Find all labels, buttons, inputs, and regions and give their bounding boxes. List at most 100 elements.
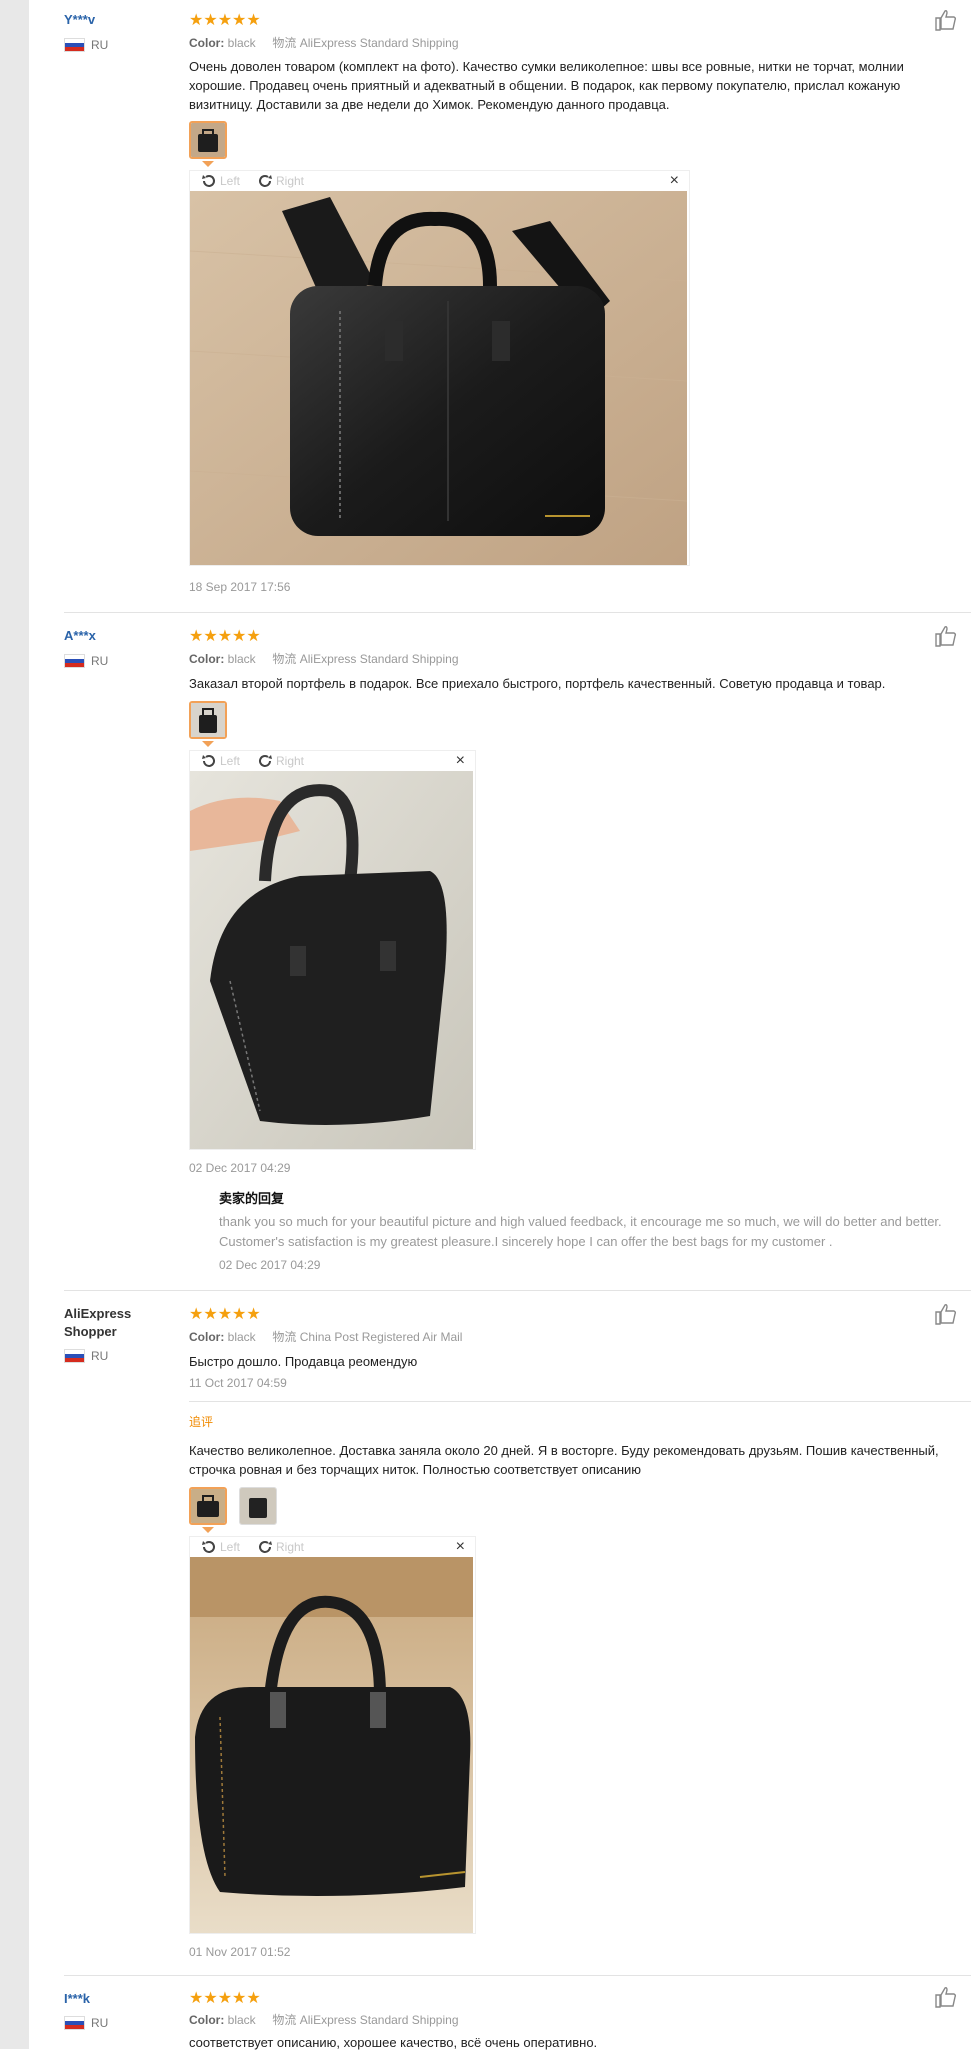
thumbs-up-icon — [935, 10, 957, 31]
thumbs-up-icon — [935, 1304, 957, 1325]
order-info: Color: black 物流 AliExpress Standard Ship… — [189, 2011, 459, 2028]
star-rating: ★★★★★ — [189, 12, 261, 29]
rotate-right-button[interactable]: Right — [256, 1538, 304, 1556]
seller-reply-date: 02 Dec 2017 04:29 — [219, 1258, 321, 1272]
russia-flag-icon — [64, 1349, 85, 1363]
color-label: Color: — [189, 36, 225, 50]
shipping-label: 物流 — [272, 652, 297, 666]
seller-reply-text: thank you so much for your beautiful pic… — [219, 1214, 942, 1249]
thumbs-up-icon — [935, 1987, 957, 2008]
rotate-right-label: Right — [276, 754, 305, 768]
country-code: RU — [91, 38, 109, 52]
shipping-label: 物流 — [272, 36, 297, 50]
reviewer-name[interactable]: I***k — [64, 1991, 90, 2006]
shipping-method: AliExpress Standard Shipping — [299, 36, 459, 50]
reviewer-country: RU — [64, 2016, 108, 2030]
rotate-right-icon — [259, 175, 272, 187]
color-value: black — [227, 36, 256, 50]
bag-in-car-photo — [190, 1557, 473, 1933]
followup-photo-thumbnail-1[interactable] — [189, 1487, 227, 1525]
star-rating: ★★★★★ — [189, 1306, 261, 1323]
rotate-left-button[interactable]: Left — [200, 172, 240, 190]
shipping-method: AliExpress Standard Shipping — [299, 2013, 459, 2027]
bag-thumbnail-image — [191, 1489, 225, 1523]
country-code: RU — [91, 2016, 109, 2030]
bag-held-in-hand-photo — [190, 771, 473, 1149]
shipping-label: 物流 — [272, 1330, 297, 1344]
bag-thumbnail-image — [191, 703, 225, 737]
russia-flag-icon — [64, 2016, 85, 2030]
rotate-right-label: Right — [276, 174, 305, 188]
photo-viewer: Left Right × — [189, 750, 476, 1150]
shipping-method: China Post Registered Air Mail — [299, 1330, 463, 1344]
followup-label: 追评 — [189, 1415, 214, 1429]
shipping-method: AliExpress Standard Shipping — [299, 652, 459, 666]
rotate-right-button[interactable]: Right — [256, 752, 304, 770]
order-info: Color: black 物流 AliExpress Standard Ship… — [189, 650, 459, 667]
close-viewer-button[interactable]: × — [456, 1538, 465, 1556]
review-photo-thumbnail[interactable] — [189, 121, 227, 159]
shipping-label: 物流 — [272, 2013, 297, 2027]
review-date: 02 Dec 2017 04:29 — [189, 1161, 291, 1175]
left-gutter — [0, 0, 29, 2049]
reviewer-name[interactable]: AliExpress Shopper — [64, 1305, 154, 1341]
rotate-right-button[interactable]: Right — [256, 172, 304, 190]
helpful-button[interactable] — [934, 1302, 958, 1332]
rotate-left-label: Left — [220, 1540, 241, 1554]
seller-reply-title: 卖家的回复 — [219, 1191, 285, 1206]
viewer-toolbar: Left Right × — [190, 1537, 475, 1557]
order-info: Color: black 物流 China Post Registered Ai… — [189, 1328, 462, 1345]
review-text: Заказал второй портфель в подарок. Все п… — [189, 676, 886, 691]
country-code: RU — [91, 654, 109, 668]
review-text: соответствует описанию, хорошее качество… — [189, 2035, 598, 2050]
reviewer-name[interactable]: Y***v — [64, 12, 95, 27]
rotate-left-button[interactable]: Left — [200, 752, 240, 770]
photo-viewer: Left Right × — [189, 170, 690, 566]
reviewer-country: RU — [64, 654, 108, 668]
helpful-button[interactable] — [934, 624, 958, 654]
bag-thumbnail-image — [240, 1488, 276, 1524]
leather-bag-photo — [190, 191, 687, 565]
color-label: Color: — [189, 2013, 225, 2027]
star-rating: ★★★★★ — [189, 1990, 261, 2007]
country-code: RU — [91, 1349, 109, 1363]
color-label: Color: — [189, 652, 225, 666]
review-divider — [64, 1290, 971, 1291]
order-info: Color: black 物流 AliExpress Standard Ship… — [189, 34, 459, 51]
followup-date: 01 Nov 2017 01:52 — [189, 1945, 291, 1959]
followup-photo-thumbnail-2[interactable] — [239, 1487, 277, 1525]
review-photo — [190, 1557, 473, 1933]
followup-text: Качество великолепное. Доставка заняла о… — [189, 1443, 939, 1477]
review-date: 18 Sep 2017 17:56 — [189, 580, 291, 594]
viewer-toolbar: Left Right × — [190, 751, 475, 771]
review-text: Очень доволен товаром (комплект на фото)… — [189, 59, 904, 112]
rotate-right-icon — [259, 755, 272, 767]
color-value: black — [227, 1330, 256, 1344]
star-rating: ★★★★★ — [189, 628, 261, 645]
photo-viewer: Left Right × — [189, 1536, 476, 1934]
helpful-button[interactable] — [934, 1985, 958, 2015]
thumbnail-pointer — [202, 741, 214, 747]
thumbs-up-icon — [935, 626, 957, 647]
viewer-toolbar: Left Right × — [190, 171, 689, 191]
reviewer-name[interactable]: A***x — [64, 628, 96, 643]
bag-thumbnail-image — [191, 123, 225, 157]
rotate-right-label: Right — [276, 1540, 305, 1554]
review-photo-thumbnail[interactable] — [189, 701, 227, 739]
rotate-left-button[interactable]: Left — [200, 1538, 240, 1556]
close-viewer-button[interactable]: × — [456, 752, 465, 770]
color-label: Color: — [189, 1330, 225, 1344]
russia-flag-icon — [64, 38, 85, 52]
close-viewer-button[interactable]: × — [670, 172, 679, 190]
rotate-left-icon — [202, 755, 215, 767]
rotate-left-icon — [202, 175, 215, 187]
rotate-left-label: Left — [220, 754, 241, 768]
review-divider — [64, 612, 971, 613]
review-date: 11 Oct 2017 04:59 — [189, 1376, 287, 1390]
helpful-button[interactable] — [934, 8, 958, 38]
rotate-left-icon — [202, 1541, 215, 1553]
review-text: Быстро дошло. Продавца реомендую — [189, 1354, 418, 1369]
followup-divider — [189, 1401, 971, 1402]
rotate-left-label: Left — [220, 174, 241, 188]
thumbnail-pointer — [202, 161, 214, 167]
